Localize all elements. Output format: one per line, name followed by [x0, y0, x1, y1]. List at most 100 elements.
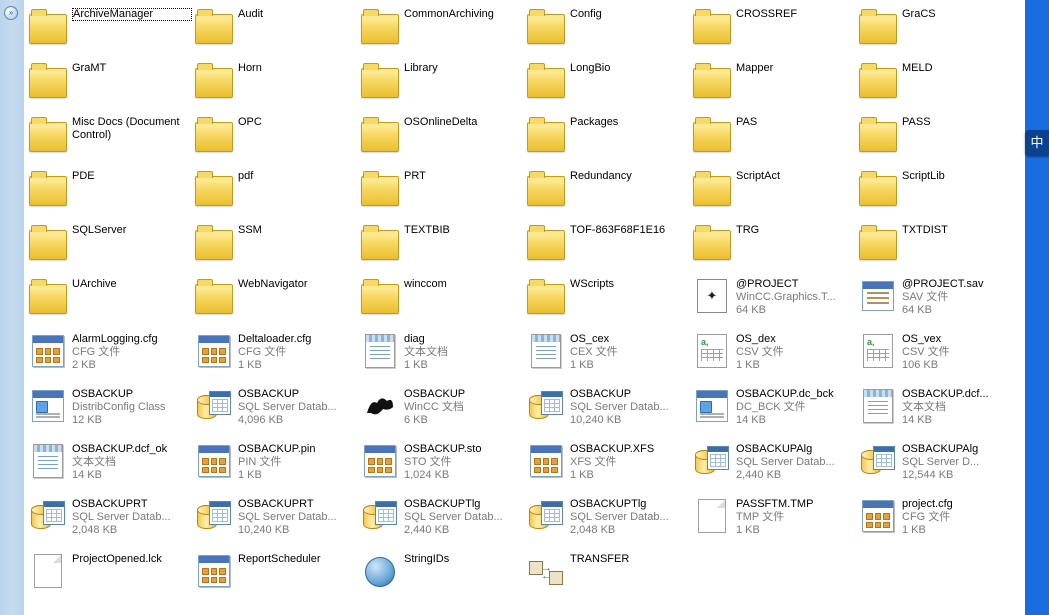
- file-item[interactable]: pdf: [194, 168, 360, 208]
- folder-icon: [858, 222, 898, 262]
- file-item[interactable]: ScriptAct: [692, 168, 858, 208]
- file-type: CFG 文件: [902, 511, 1020, 524]
- file-item[interactable]: TRG: [692, 222, 858, 262]
- file-item[interactable]: WScripts: [526, 276, 692, 317]
- file-item[interactable]: OSBACKUP.dcf_ok文本文档14 KB: [28, 441, 194, 482]
- file-name: PDE: [72, 170, 190, 183]
- file-item[interactable]: project.cfgCFG 文件1 KB: [858, 496, 1024, 537]
- file-item[interactable]: PAS: [692, 114, 858, 154]
- text-file-icon: [28, 441, 68, 481]
- file-item[interactable]: PASS: [858, 114, 1024, 154]
- file-item[interactable]: TRANSFER: [526, 551, 692, 591]
- file-item[interactable]: ProjectOpened.lck: [28, 551, 194, 591]
- file-item[interactable]: TOF-863F68F1E16: [526, 222, 692, 262]
- file-size: 12,544 KB: [902, 469, 1020, 482]
- file-item[interactable]: OSBACKUPAlgSQL Server Datab...2,440 KB: [692, 441, 858, 482]
- file-item[interactable]: TEXTBIB: [360, 222, 526, 262]
- file-item[interactable]: OSBACKUPTlgSQL Server Datab...2,048 KB: [526, 496, 692, 537]
- file-item[interactable]: PASSFTM.TMPTMP 文件1 KB: [692, 496, 858, 537]
- folder-icon: [194, 6, 234, 46]
- file-item[interactable]: OS_dexCSV 文件1 KB: [692, 331, 858, 372]
- file-item[interactable]: CROSSREF: [692, 6, 858, 46]
- file-item[interactable]: OSBACKUPRTSQL Server Datab...2,048 KB: [28, 496, 194, 537]
- file-item[interactable]: @PROJECTWinCC.Graphics.T...64 KB: [692, 276, 858, 317]
- file-item[interactable]: Config: [526, 6, 692, 46]
- file-item[interactable]: ScriptLib: [858, 168, 1024, 208]
- file-name: UArchive: [72, 278, 190, 291]
- folder-icon: [360, 114, 400, 154]
- file-size: 14 KB: [902, 414, 1020, 427]
- config-file-icon: [28, 331, 68, 371]
- file-item[interactable]: winccom: [360, 276, 526, 317]
- file-size: 6 KB: [404, 414, 522, 427]
- tasks-pane-collapsed[interactable]: »: [0, 0, 25, 615]
- file-name: OSBACKUP: [238, 388, 356, 401]
- file-item[interactable]: Audit: [194, 6, 360, 46]
- file-item[interactable]: OPC: [194, 114, 360, 154]
- file-type: 文本文档: [72, 456, 190, 469]
- file-name: pdf: [238, 170, 356, 183]
- file-item[interactable]: OS_vexCSV 文件106 KB: [858, 331, 1024, 372]
- file-item[interactable]: OSBACKUPAlgSQL Server D...12,544 KB: [858, 441, 1024, 482]
- file-item[interactable]: GraCS: [858, 6, 1024, 46]
- file-item[interactable]: OSBACKUP.XFSXFS 文件1 KB: [526, 441, 692, 482]
- file-item[interactable]: diag文本文档1 KB: [360, 331, 526, 372]
- file-name: @PROJECT.sav: [902, 278, 1020, 291]
- file-item[interactable]: LongBio: [526, 60, 692, 100]
- file-item[interactable]: OSOnlineDelta: [360, 114, 526, 154]
- file-name: Config: [570, 8, 688, 21]
- file-item[interactable]: OSBACKUPDistribConfig Class12 KB: [28, 386, 194, 427]
- expand-chevron-icon[interactable]: »: [4, 6, 18, 20]
- file-item[interactable]: Packages: [526, 114, 692, 154]
- file-item[interactable]: WebNavigator: [194, 276, 360, 317]
- folder-icon: [692, 168, 732, 208]
- ime-sticker[interactable]: 中: [1025, 130, 1049, 156]
- file-item[interactable]: SSM: [194, 222, 360, 262]
- file-item[interactable]: Deltaloader.cfgCFG 文件1 KB: [194, 331, 360, 372]
- file-list-area[interactable]: ArchiveManagerAuditCommonArchiving Config…: [24, 0, 1024, 615]
- folder-icon: [526, 222, 566, 262]
- file-item[interactable]: Mapper: [692, 60, 858, 100]
- file-size: 1 KB: [238, 359, 356, 372]
- config-file-icon: [858, 496, 898, 536]
- file-item[interactable]: Library: [360, 60, 526, 100]
- file-item[interactable]: OSBACKUPSQL Server Datab...10,240 KB: [526, 386, 692, 427]
- file-type: CSV 文件: [902, 346, 1020, 359]
- file-item[interactable]: GraMT: [28, 60, 194, 100]
- file-item[interactable]: OSBACKUP.pinPIN 文件1 KB: [194, 441, 360, 482]
- file-item[interactable]: CommonArchiving: [360, 6, 526, 46]
- file-item[interactable]: TXTDIST: [858, 222, 1024, 262]
- file-item[interactable]: ArchiveManager: [28, 6, 194, 46]
- file-item[interactable]: ReportScheduler: [194, 551, 360, 591]
- file-size: 2,048 KB: [72, 524, 190, 537]
- folder-icon: [360, 222, 400, 262]
- file-name: OSBACKUP.sto: [404, 443, 522, 456]
- file-item[interactable]: PRT: [360, 168, 526, 208]
- file-item[interactable]: SQLServer: [28, 222, 194, 262]
- file-item[interactable]: @PROJECT.savSAV 文件64 KB: [858, 276, 1024, 317]
- file-item[interactable]: OSBACKUPRTSQL Server Datab...10,240 KB: [194, 496, 360, 537]
- file-item[interactable]: OS_cexCEX 文件1 KB: [526, 331, 692, 372]
- text-file-icon: [858, 386, 898, 426]
- file-name: ProjectOpened.lck: [72, 553, 190, 566]
- file-item[interactable]: OSBACKUPSQL Server Datab...4,096 KB: [194, 386, 360, 427]
- file-item[interactable]: Redundancy: [526, 168, 692, 208]
- file-item[interactable]: OSBACKUP.dcf...文本文档14 KB: [858, 386, 1024, 427]
- file-item[interactable]: OSBACKUP.stoSTO 文件1,024 KB: [360, 441, 526, 482]
- file-item[interactable]: Horn: [194, 60, 360, 100]
- file-name: PASS: [902, 116, 1020, 129]
- file-item[interactable]: Misc Docs (Document Control): [28, 114, 194, 154]
- file-item[interactable]: OSBACKUPTlgSQL Server Datab...2,440 KB: [360, 496, 526, 537]
- file-item[interactable]: AlarmLogging.cfgCFG 文件2 KB: [28, 331, 194, 372]
- file-size: 12 KB: [72, 414, 190, 427]
- file-item[interactable]: OSBACKUP.dc_bckDC_BCK 文件14 KB: [692, 386, 858, 427]
- file-item[interactable]: UArchive: [28, 276, 194, 317]
- file-item[interactable]: PDE: [28, 168, 194, 208]
- file-item[interactable]: OSBACKUPWinCC 文档6 KB: [360, 386, 526, 427]
- file-size: 10,240 KB: [238, 524, 356, 537]
- file-type: DC_BCK 文件: [736, 401, 854, 414]
- folder-icon: [858, 114, 898, 154]
- file-item[interactable]: StringIDs: [360, 551, 526, 591]
- file-name: Library: [404, 62, 522, 75]
- file-item[interactable]: MELD: [858, 60, 1024, 100]
